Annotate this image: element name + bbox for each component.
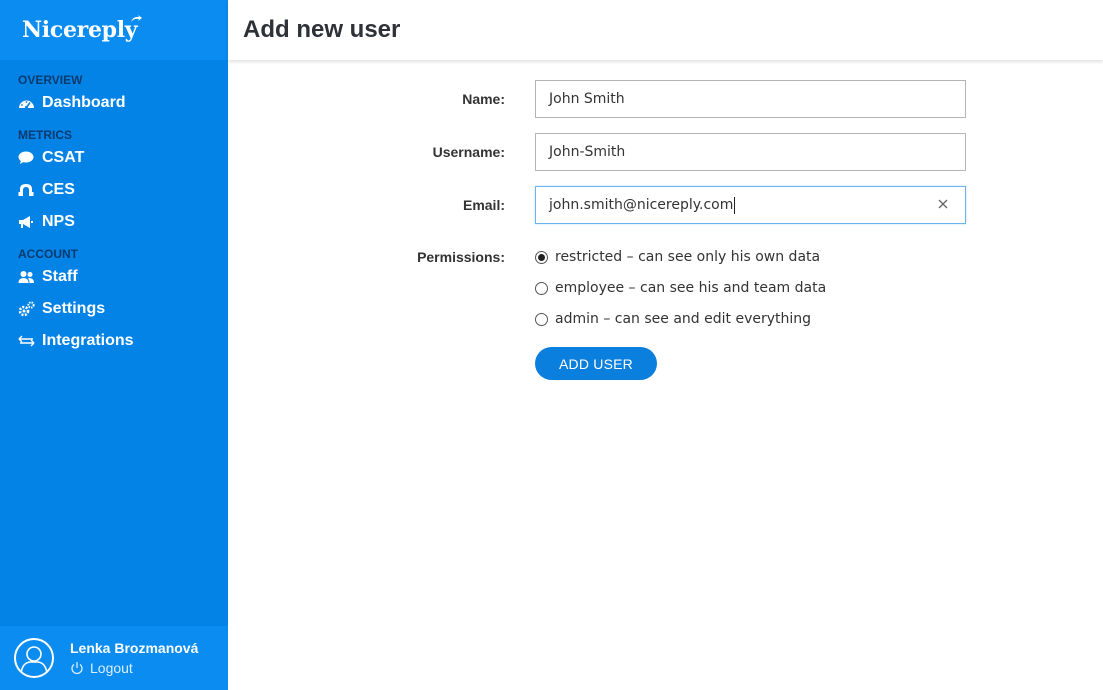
add-user-button[interactable]: ADD USER xyxy=(535,347,657,380)
permissions-label: Permissions: xyxy=(417,249,505,265)
section-label-overview: OVERVIEW xyxy=(18,73,83,87)
power-icon xyxy=(71,662,83,675)
name-label: Name: xyxy=(462,91,505,107)
users-icon xyxy=(18,269,38,285)
radio-button[interactable] xyxy=(535,250,548,264)
dashboard-gauge-icon xyxy=(18,95,38,111)
name-row: Name: John Smith xyxy=(228,80,1103,118)
megaphone-icon xyxy=(18,214,38,230)
add-user-form: Name: John Smith Username: John-Smith Em… xyxy=(228,60,1103,690)
sidebar-item-ces[interactable]: CES xyxy=(0,174,228,206)
permissions-row: Permissions: restricted – can see only h… xyxy=(228,249,1103,349)
speech-bubble-icon xyxy=(18,150,38,166)
sidebar-nav: OVERVIEW Dashboard METRICS CSAT CES NPS xyxy=(0,60,228,357)
name-value: John Smith xyxy=(549,91,625,107)
sidebar-item-nps[interactable]: NPS xyxy=(0,206,228,238)
email-label: Email: xyxy=(462,197,505,213)
user-name: Lenka Brozmanová xyxy=(70,640,199,656)
sidebar-item-label: CES xyxy=(42,181,75,198)
logout-link[interactable]: Logout xyxy=(70,660,198,676)
section-label-account: ACCOUNT xyxy=(18,247,78,261)
sidebar-item-staff[interactable]: Staff xyxy=(0,261,228,293)
name-field[interactable]: John Smith xyxy=(535,80,966,118)
logout-label: Logout xyxy=(90,660,133,676)
username-field[interactable]: John-Smith xyxy=(535,133,966,171)
permission-option-restricted[interactable]: restricted – can see only his own data xyxy=(535,249,820,265)
username-row: Username: John-Smith xyxy=(228,133,1103,171)
page-title: Add new user xyxy=(243,16,401,43)
permission-option-admin[interactable]: admin – can see and edit everything xyxy=(535,311,811,327)
sidebar-item-label: Dashboard xyxy=(42,94,126,111)
sidebar-item-label: Settings xyxy=(42,300,106,317)
permission-label: employee – can see his and team data xyxy=(555,280,827,296)
logo-text: Nicereply xyxy=(22,17,138,43)
radio-selected-dot xyxy=(538,253,545,261)
sidebar-item-settings[interactable]: Settings xyxy=(0,293,228,325)
sidebar-item-csat[interactable]: CSAT xyxy=(0,142,228,174)
radio-button[interactable] xyxy=(535,312,548,326)
section-label-metrics: METRICS xyxy=(18,128,72,142)
logo[interactable]: Nicereply xyxy=(0,0,228,60)
permission-option-employee[interactable]: employee – can see his and team data xyxy=(535,280,826,296)
user-panel: Lenka Brozmanová Logout xyxy=(0,626,228,690)
permission-label: admin – can see and edit everything xyxy=(555,311,812,327)
user-avatar-icon xyxy=(20,646,48,675)
sidebar-item-label: Integrations xyxy=(42,332,134,349)
sidebar-item-label: Staff xyxy=(42,268,78,285)
radio-button[interactable] xyxy=(535,281,548,295)
email-field[interactable]: john.smith@nicereply.com xyxy=(535,186,966,224)
email-row: Email: john.smith@nicereply.com xyxy=(228,186,1103,224)
avatar[interactable] xyxy=(14,638,54,678)
username-label: Username: xyxy=(432,144,505,160)
email-value: john.smith@nicereply.com xyxy=(549,197,734,213)
permission-label: restricted – can see only his own data xyxy=(555,249,821,265)
arrows-exchange-icon xyxy=(18,333,38,349)
page-header: Add new user xyxy=(228,0,1103,60)
clear-icon[interactable] xyxy=(937,198,949,214)
gears-icon xyxy=(18,301,38,317)
text-caret xyxy=(734,196,736,214)
sidebar-item-dashboard[interactable]: Dashboard xyxy=(0,87,228,119)
sidebar-item-label: CSAT xyxy=(42,149,85,166)
ces-icon xyxy=(18,182,38,198)
sidebar: Nicereply OVERVIEW Dashboard METRICS CSA… xyxy=(0,0,228,690)
sidebar-item-integrations[interactable]: Integrations xyxy=(0,325,228,357)
username-value: John-Smith xyxy=(549,144,626,160)
sidebar-item-label: NPS xyxy=(42,213,75,230)
